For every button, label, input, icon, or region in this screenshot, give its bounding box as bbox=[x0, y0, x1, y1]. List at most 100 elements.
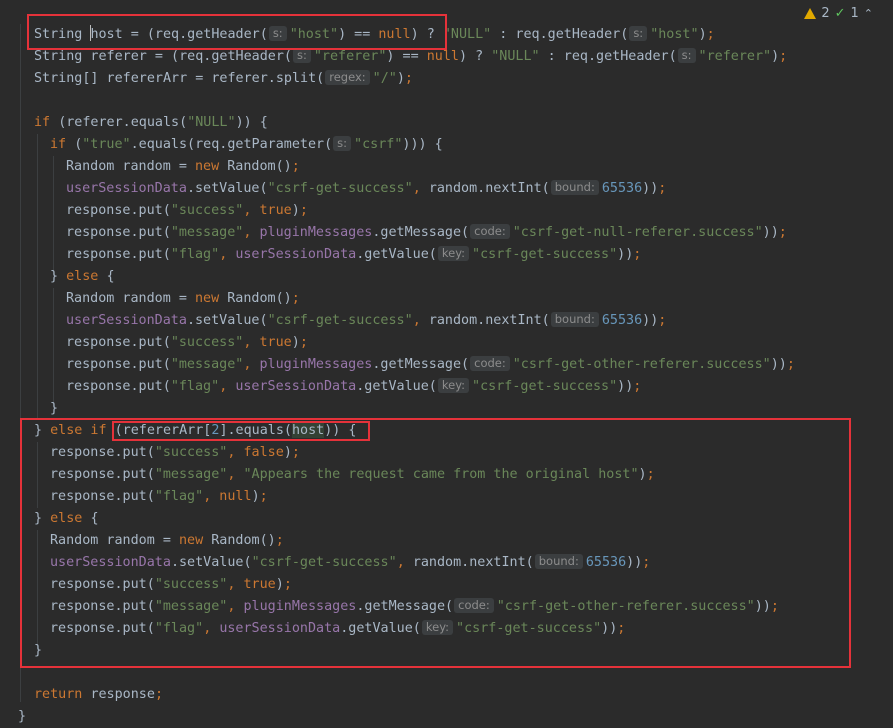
code-token: )) bbox=[617, 247, 634, 262]
parameter-hint: bound: bbox=[550, 180, 599, 195]
code-token: , bbox=[396, 555, 413, 570]
code-token: random.nextInt( bbox=[412, 555, 534, 570]
code-token: .setValue( bbox=[186, 181, 268, 196]
code-token: .setValue( bbox=[186, 313, 268, 328]
code-line[interactable]: response.put("success", true); bbox=[66, 332, 308, 354]
code-line[interactable]: Random random = new Random(); bbox=[50, 530, 284, 552]
chevron-up-icon[interactable]: ⌃ bbox=[864, 7, 873, 20]
code-line[interactable]: response.put("success", true); bbox=[66, 200, 308, 222]
code-token: ; bbox=[658, 181, 667, 196]
code-token: Random() bbox=[227, 159, 292, 174]
code-token: String[] refererArr = referer.split( bbox=[34, 71, 325, 86]
code-line[interactable]: } else { bbox=[50, 266, 115, 288]
code-line[interactable]: userSessionData.setValue("csrf-get-succe… bbox=[50, 552, 650, 574]
code-token: response.put( bbox=[50, 621, 155, 636]
code-line[interactable]: response.put("success", true); bbox=[50, 574, 292, 596]
code-token: response.put( bbox=[50, 445, 155, 460]
code-token: "message" bbox=[170, 357, 244, 372]
code-token: String referer = (req.getHeader( bbox=[34, 49, 292, 64]
code-token: "csrf-get-other-referer.success" bbox=[496, 599, 755, 614]
code-token: , bbox=[203, 621, 220, 636]
code-editor[interactable]: String host = (req.getHeader(s: "host") =… bbox=[0, 0, 893, 724]
code-token: ) bbox=[251, 489, 260, 504]
code-token: new bbox=[195, 291, 228, 306]
code-token: , bbox=[243, 357, 260, 372]
code-line[interactable]: response.put("message", pluginMessages.g… bbox=[66, 354, 795, 376]
code-token: ) bbox=[698, 27, 707, 42]
code-token: )) bbox=[762, 225, 779, 240]
code-token: , true bbox=[227, 577, 276, 592]
vertical-scrollbar[interactable] bbox=[879, 0, 893, 722]
code-token: "flag" bbox=[170, 379, 220, 394]
code-token: response bbox=[90, 687, 155, 702]
code-token: pluginMessages bbox=[259, 357, 373, 372]
code-token: if bbox=[50, 137, 75, 152]
code-token: "message" bbox=[154, 467, 228, 482]
code-token: ; bbox=[404, 71, 413, 86]
code-line[interactable]: response.put("flag", null); bbox=[50, 486, 268, 508]
inspection-widget[interactable]: 2 ✓ 1 ⌃ bbox=[804, 6, 873, 21]
code-line[interactable]: response.put("flag", userSessionData.get… bbox=[66, 376, 641, 398]
code-line[interactable]: response.put("flag", userSessionData.get… bbox=[66, 244, 641, 266]
code-token: ; bbox=[291, 159, 300, 174]
code-token: response.put( bbox=[50, 489, 155, 504]
code-token: , bbox=[219, 247, 236, 262]
code-line[interactable]: response.put("flag", userSessionData.get… bbox=[50, 618, 625, 640]
code-token: ) bbox=[771, 49, 780, 64]
code-line[interactable]: userSessionData.setValue("csrf-get-succe… bbox=[66, 310, 666, 332]
code-line[interactable]: response.put("message", pluginMessages.g… bbox=[50, 596, 779, 618]
code-token: "csrf-get-null-referer.success" bbox=[512, 225, 763, 240]
code-line[interactable]: if (referer.equals("NULL")) { bbox=[34, 112, 268, 134]
code-line[interactable]: String referer = (req.getHeader(s: "refer… bbox=[34, 46, 787, 68]
code-line[interactable]: } bbox=[50, 398, 58, 420]
code-line[interactable]: response.put("success", false); bbox=[50, 442, 300, 464]
code-line[interactable]: userSessionData.setValue("csrf-get-succe… bbox=[66, 178, 666, 200]
code-token: : req.getHeader( bbox=[491, 27, 629, 42]
code-token: random.nextInt( bbox=[428, 181, 550, 196]
code-token: )) bbox=[770, 357, 787, 372]
code-token: 65536 bbox=[601, 181, 643, 196]
parameter-hint: bound: bbox=[550, 312, 599, 327]
code-token: } bbox=[34, 643, 43, 658]
code-token: pluginMessages bbox=[259, 225, 373, 240]
code-token: response.put( bbox=[66, 379, 171, 394]
code-line[interactable]: return response; bbox=[34, 684, 163, 706]
code-token: .equals(req.getParameter( bbox=[130, 137, 333, 152]
code-token: , bbox=[227, 599, 244, 614]
code-token: "NULL" bbox=[187, 115, 236, 130]
code-line[interactable]: if ("true".equals(req.getParameter(s: "cs… bbox=[50, 134, 443, 156]
code-token: "csrf-get-success" bbox=[251, 555, 397, 570]
code-token: ) bbox=[291, 203, 300, 218]
code-line[interactable]: } else if (refererArr[2].equals(host)) { bbox=[34, 420, 357, 442]
code-token: ; bbox=[642, 555, 651, 570]
parameter-hint: key: bbox=[421, 620, 454, 635]
code-token: ; bbox=[291, 291, 300, 306]
code-token: : req.getHeader( bbox=[539, 49, 677, 64]
code-token: .getMessage( bbox=[356, 599, 454, 614]
code-line[interactable]: response.put("message", "Appears the req… bbox=[50, 464, 655, 486]
code-token: "success" bbox=[154, 445, 228, 460]
code-token: .getMessage( bbox=[372, 225, 470, 240]
code-token: { bbox=[106, 269, 115, 284]
warning-icon bbox=[804, 8, 817, 19]
code-token: response.put( bbox=[66, 225, 171, 240]
code-token: "referer" bbox=[313, 49, 387, 64]
code-line[interactable]: } bbox=[34, 640, 42, 662]
code-line[interactable]: } bbox=[18, 706, 26, 728]
code-line[interactable]: Random random = new Random(); bbox=[66, 288, 300, 310]
code-line[interactable]: String[] refererArr = referer.split(rege… bbox=[34, 68, 413, 90]
code-token: random.nextInt( bbox=[428, 313, 550, 328]
code-token: ; bbox=[617, 621, 626, 636]
code-token: String bbox=[34, 27, 91, 42]
code-token: ; bbox=[275, 533, 284, 548]
code-token: , bbox=[243, 225, 260, 240]
code-line[interactable]: String host = (req.getHeader(s: "host") =… bbox=[34, 24, 715, 46]
code-token: "/" bbox=[372, 71, 397, 86]
code-line[interactable]: Random random = new Random(); bbox=[66, 156, 300, 178]
code-line[interactable]: response.put("message", pluginMessages.g… bbox=[66, 222, 787, 244]
code-line[interactable]: } else { bbox=[34, 508, 99, 530]
code-token: "csrf-get-success" bbox=[472, 247, 618, 262]
parameter-hint: s: bbox=[292, 48, 311, 63]
parameter-hint: s: bbox=[629, 26, 648, 41]
code-token: "csrf-get-success" bbox=[267, 313, 413, 328]
